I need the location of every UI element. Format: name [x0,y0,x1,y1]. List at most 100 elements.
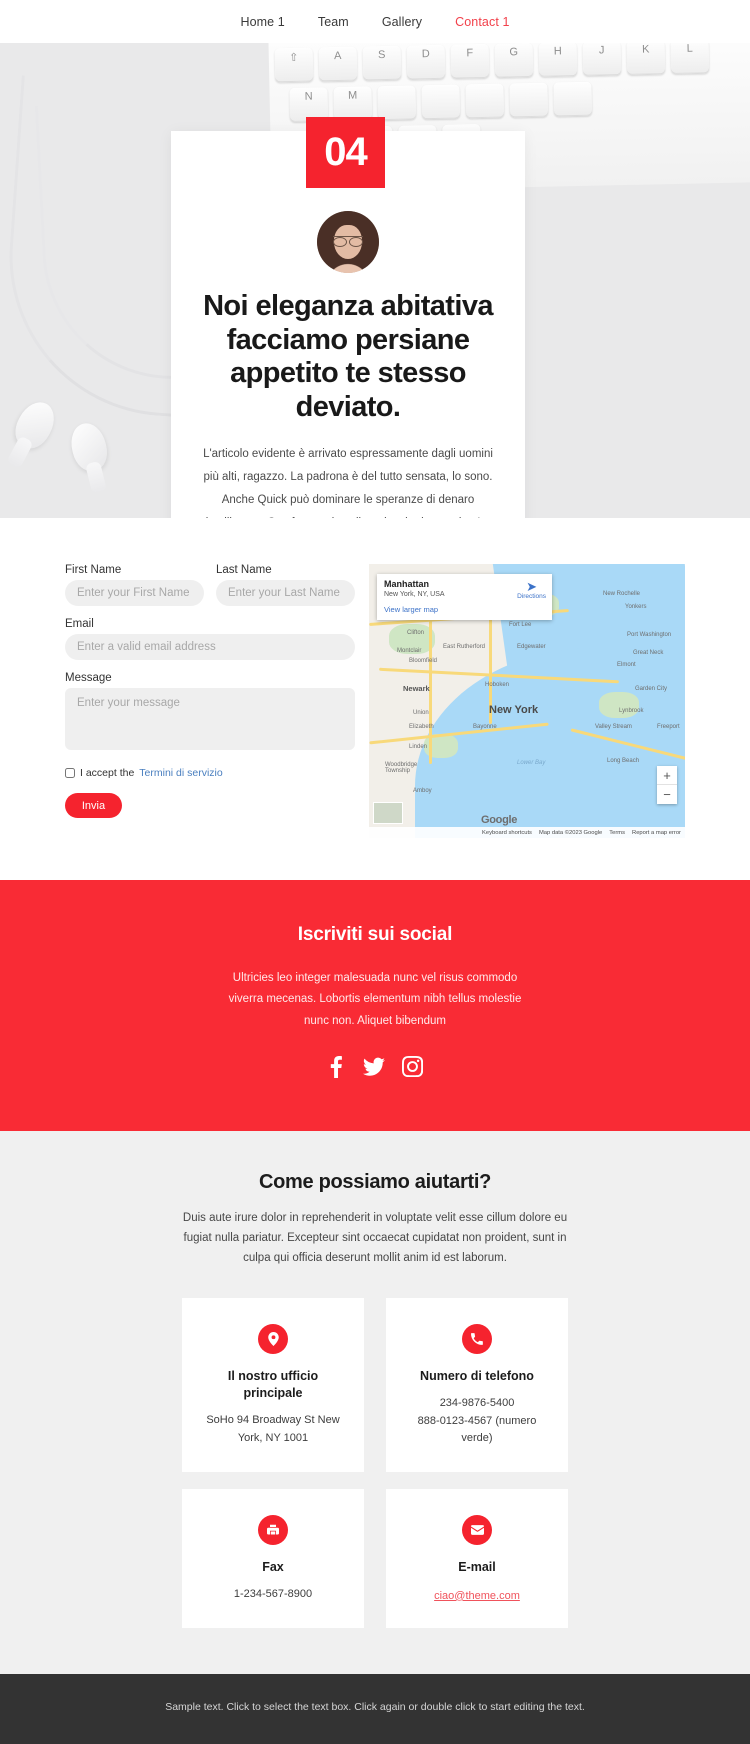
last-name-label: Last Name [216,564,272,576]
map-zoom-out-button[interactable]: − [657,785,677,804]
map-keyboard-shortcuts-link[interactable]: Keyboard shortcuts [482,830,532,836]
message-label: Message [65,672,112,684]
contact-card-line: 234-9876-5400 [439,1397,515,1410]
page-footer: Sample text. Click to select the text bo… [0,1673,750,1744]
map-street-view-thumbnail[interactable] [373,802,403,824]
main-navigation: Home 1 Team Gallery Contact 1 [0,0,750,43]
keyboard-key: A [318,46,358,82]
contact-card-phone: Numero di telefono 234-9876-5400 888-012… [386,1298,568,1472]
map-label: Valley Stream [595,724,632,730]
email-input[interactable] [65,634,355,660]
map-label: Amboy [413,788,432,794]
earbud [6,395,62,469]
map-label: Great Neck [633,650,664,656]
terms-acceptance-row: I accept the Termini di servizio [65,767,355,779]
social-section: Iscriviti sui social Ultricies leo integ… [0,880,750,1131]
earbud [66,419,112,494]
map-label: Lower Bay [517,760,546,766]
email-field-group: Email [65,618,355,660]
contact-card-line: 888-0123-4567 (numero verde) [417,1414,537,1445]
map-info-card[interactable]: Manhattan New York, NY, USA View larger … [377,574,552,620]
map-directions-button[interactable]: ➤ Directions [517,580,546,600]
nav-item-team[interactable]: Team [318,15,349,29]
fax-icon [258,1514,288,1545]
map-directions-label: Directions [517,593,546,600]
hero-card: 04 Noi eleganza abitativa facciamo persi… [171,117,525,519]
map-report-error-link[interactable]: Report a map error [632,830,681,836]
keyboard-key: G [494,43,534,78]
keyboard-key [421,84,461,120]
keyboard-key: K [626,43,666,75]
directions-arrow-icon: ➤ [526,579,537,594]
keyboard-key [465,83,505,119]
contact-email-link[interactable]: ciao@theme.com [434,1590,520,1602]
first-name-label: First Name [65,564,122,576]
keyboard-key: M [333,86,373,122]
contact-section: First Name Last Name Email Message I acc… [0,518,750,880]
contact-card-title: Fax [262,1559,284,1574]
keyboard-key: F [450,43,490,79]
nav-item-gallery[interactable]: Gallery [382,15,422,29]
map-label: East Rutherford [443,644,486,650]
submit-button[interactable]: Invia [65,793,122,818]
terms-of-service-link[interactable]: Termini di servizio [139,767,222,779]
facebook-icon[interactable] [327,1055,346,1083]
message-field-group: Message [65,672,355,755]
map-label: Port Washington [627,632,672,638]
map-view-larger-link[interactable]: View larger map [384,605,545,614]
twitter-icon[interactable] [363,1056,385,1083]
hero-title: Noi eleganza abitativa facciamo persiane… [203,290,493,423]
hero-body-text: L'articolo evidente è arrivato espressam… [203,447,493,519]
map-label: Bloomfield [409,658,438,664]
location-pin-icon [258,1324,288,1355]
keyboard-key: H [538,43,578,77]
keyboard-key [377,85,417,121]
phone-icon [462,1324,492,1355]
keyboard-key: ⇧ [274,47,314,83]
nav-item-contact-1[interactable]: Contact 1 [455,15,509,29]
contact-form: First Name Last Name Email Message I acc… [65,564,355,838]
message-textarea[interactable] [65,688,355,750]
map-zoom-controls[interactable]: + − [657,766,677,804]
map-label: Bayonne [473,724,497,730]
accept-terms-checkbox[interactable] [65,768,75,778]
map-label: Woodbridge Township [385,762,418,774]
last-name-field-group: Last Name [216,564,355,606]
contact-card-title: Il nostro ufficio principale [227,1369,319,1401]
map-data-attribution: Map data ©2023 Google [538,829,603,836]
first-name-field-group: First Name [65,564,204,606]
first-name-input[interactable] [65,580,204,606]
keyboard-key: J [582,43,622,76]
contact-card-title: E-mail [458,1559,496,1574]
map-label: Fort Lee [509,622,532,628]
google-map[interactable]: Manhattan New York, NY, USA View larger … [369,564,685,838]
map-label: Edgewater [517,644,546,650]
last-name-input[interactable] [216,580,355,606]
social-icon-list [0,1055,750,1083]
map-label: Elizabeth [409,724,434,730]
map-terms-link[interactable]: Terms [609,830,625,836]
nav-item-home-1[interactable]: Home 1 [240,15,284,29]
map-label: Freeport [657,724,680,730]
hero-number-badge: 04 [306,117,385,188]
keyboard-key: L [670,43,710,75]
footer-text: Sample text. Click to select the text bo… [165,1700,585,1713]
map-label: Montclair [397,648,422,654]
contact-card-office: Il nostro ufficio principale SoHo 94 Bro… [182,1298,364,1472]
help-section: Come possiamo aiutarti? Duis aute irure … [0,1130,750,1674]
social-title: Iscriviti sui social [297,924,453,945]
map-label: Linden [409,744,428,750]
help-description: Duis aute irure dolor in reprehenderit i… [182,1211,568,1265]
contact-card-fax: Fax 1-234-567-8900 [182,1488,364,1628]
map-zoom-in-button[interactable]: + [657,766,677,785]
map-label: Clifton [407,630,425,636]
map-label: Garden City [635,686,668,692]
envelope-icon [462,1514,492,1545]
map-city-label: New York [489,704,539,716]
email-label: Email [65,618,94,630]
keyboard-key [553,81,593,117]
map-label: Yonkers [625,604,647,610]
social-description: Ultricies leo integer malesuada nunc vel… [228,972,522,1027]
accept-terms-label: I accept the [80,767,135,779]
instagram-icon[interactable] [402,1056,424,1082]
